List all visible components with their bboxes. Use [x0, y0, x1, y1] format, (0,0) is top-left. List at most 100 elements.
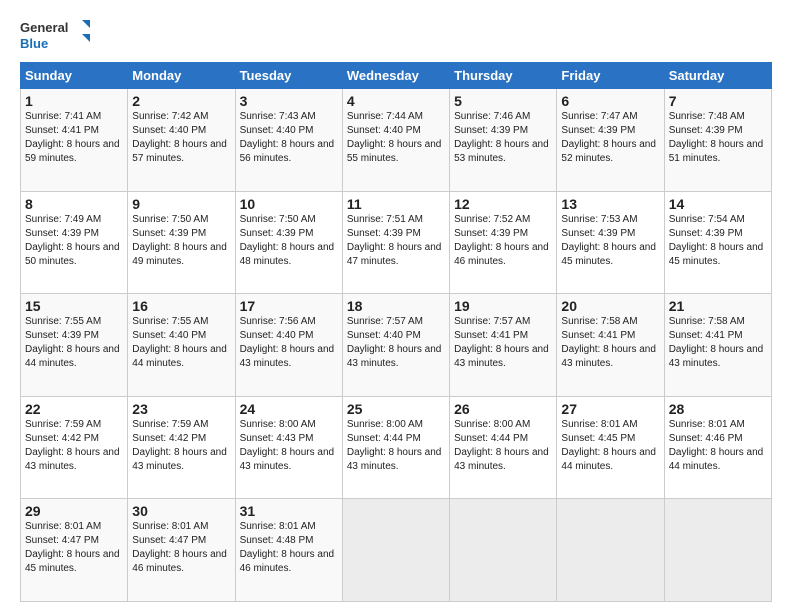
calendar-cell: 15 Sunrise: 7:55 AMSunset: 4:39 PMDaylig…: [21, 294, 128, 397]
logo-svg: General Blue: [20, 16, 90, 54]
day-info: Sunrise: 7:59 AMSunset: 4:42 PMDaylight:…: [25, 419, 120, 472]
day-number: 17: [240, 298, 338, 314]
day-number: 20: [561, 298, 659, 314]
day-info: Sunrise: 8:01 AMSunset: 4:48 PMDaylight:…: [240, 521, 335, 574]
day-number: 2: [132, 93, 230, 109]
calendar-cell: 31 Sunrise: 8:01 AMSunset: 4:48 PMDaylig…: [235, 499, 342, 602]
calendar-week-row: 1 Sunrise: 7:41 AMSunset: 4:41 PMDayligh…: [21, 89, 772, 192]
day-number: 10: [240, 196, 338, 212]
calendar-week-row: 29 Sunrise: 8:01 AMSunset: 4:47 PMDaylig…: [21, 499, 772, 602]
day-info: Sunrise: 7:50 AMSunset: 4:39 PMDaylight:…: [132, 214, 227, 267]
day-number: 12: [454, 196, 552, 212]
day-number: 21: [669, 298, 767, 314]
weekday-header-cell: Sunday: [21, 63, 128, 89]
day-info: Sunrise: 7:46 AMSunset: 4:39 PMDaylight:…: [454, 111, 549, 164]
day-number: 8: [25, 196, 123, 212]
calendar-week-row: 22 Sunrise: 7:59 AMSunset: 4:42 PMDaylig…: [21, 396, 772, 499]
day-info: Sunrise: 7:54 AMSunset: 4:39 PMDaylight:…: [669, 214, 764, 267]
logo: General Blue: [20, 16, 90, 54]
day-number: 25: [347, 401, 445, 417]
calendar-cell: 14 Sunrise: 7:54 AMSunset: 4:39 PMDaylig…: [664, 191, 771, 294]
calendar-cell: 10 Sunrise: 7:50 AMSunset: 4:39 PMDaylig…: [235, 191, 342, 294]
day-info: Sunrise: 7:53 AMSunset: 4:39 PMDaylight:…: [561, 214, 656, 267]
day-number: 9: [132, 196, 230, 212]
svg-text:General: General: [20, 20, 68, 35]
day-info: Sunrise: 8:01 AMSunset: 4:46 PMDaylight:…: [669, 419, 764, 472]
day-info: Sunrise: 8:00 AMSunset: 4:44 PMDaylight:…: [347, 419, 442, 472]
day-info: Sunrise: 7:41 AMSunset: 4:41 PMDaylight:…: [25, 111, 120, 164]
calendar-cell: [557, 499, 664, 602]
weekday-header-cell: Thursday: [450, 63, 557, 89]
calendar-cell: 7 Sunrise: 7:48 AMSunset: 4:39 PMDayligh…: [664, 89, 771, 192]
calendar-cell: 22 Sunrise: 7:59 AMSunset: 4:42 PMDaylig…: [21, 396, 128, 499]
day-number: 18: [347, 298, 445, 314]
page: General Blue SundayMondayTuesdayWednesda…: [0, 0, 792, 612]
day-number: 1: [25, 93, 123, 109]
day-number: 3: [240, 93, 338, 109]
day-info: Sunrise: 8:00 AMSunset: 4:44 PMDaylight:…: [454, 419, 549, 472]
header: General Blue: [20, 16, 772, 54]
day-info: Sunrise: 7:43 AMSunset: 4:40 PMDaylight:…: [240, 111, 335, 164]
day-number: 30: [132, 503, 230, 519]
calendar-week-row: 15 Sunrise: 7:55 AMSunset: 4:39 PMDaylig…: [21, 294, 772, 397]
day-info: Sunrise: 7:44 AMSunset: 4:40 PMDaylight:…: [347, 111, 442, 164]
calendar-cell: 20 Sunrise: 7:58 AMSunset: 4:41 PMDaylig…: [557, 294, 664, 397]
day-number: 5: [454, 93, 552, 109]
day-info: Sunrise: 7:56 AMSunset: 4:40 PMDaylight:…: [240, 316, 335, 369]
calendar-cell: 4 Sunrise: 7:44 AMSunset: 4:40 PMDayligh…: [342, 89, 449, 192]
calendar-cell: 13 Sunrise: 7:53 AMSunset: 4:39 PMDaylig…: [557, 191, 664, 294]
day-info: Sunrise: 7:59 AMSunset: 4:42 PMDaylight:…: [132, 419, 227, 472]
weekday-header-cell: Saturday: [664, 63, 771, 89]
day-info: Sunrise: 7:50 AMSunset: 4:39 PMDaylight:…: [240, 214, 335, 267]
day-info: Sunrise: 7:58 AMSunset: 4:41 PMDaylight:…: [669, 316, 764, 369]
day-number: 15: [25, 298, 123, 314]
day-number: 22: [25, 401, 123, 417]
calendar-cell: 6 Sunrise: 7:47 AMSunset: 4:39 PMDayligh…: [557, 89, 664, 192]
calendar-cell: [342, 499, 449, 602]
calendar-cell: 23 Sunrise: 7:59 AMSunset: 4:42 PMDaylig…: [128, 396, 235, 499]
day-info: Sunrise: 8:01 AMSunset: 4:45 PMDaylight:…: [561, 419, 656, 472]
weekday-header-cell: Tuesday: [235, 63, 342, 89]
calendar-cell: 8 Sunrise: 7:49 AMSunset: 4:39 PMDayligh…: [21, 191, 128, 294]
calendar-cell: [664, 499, 771, 602]
day-info: Sunrise: 7:58 AMSunset: 4:41 PMDaylight:…: [561, 316, 656, 369]
day-info: Sunrise: 7:55 AMSunset: 4:40 PMDaylight:…: [132, 316, 227, 369]
calendar-cell: 17 Sunrise: 7:56 AMSunset: 4:40 PMDaylig…: [235, 294, 342, 397]
calendar-cell: 24 Sunrise: 8:00 AMSunset: 4:43 PMDaylig…: [235, 396, 342, 499]
weekday-header-row: SundayMondayTuesdayWednesdayThursdayFrid…: [21, 63, 772, 89]
day-info: Sunrise: 7:51 AMSunset: 4:39 PMDaylight:…: [347, 214, 442, 267]
day-number: 29: [25, 503, 123, 519]
calendar-cell: 2 Sunrise: 7:42 AMSunset: 4:40 PMDayligh…: [128, 89, 235, 192]
calendar-table: SundayMondayTuesdayWednesdayThursdayFrid…: [20, 62, 772, 602]
calendar-cell: 26 Sunrise: 8:00 AMSunset: 4:44 PMDaylig…: [450, 396, 557, 499]
calendar-cell: [450, 499, 557, 602]
calendar-cell: 16 Sunrise: 7:55 AMSunset: 4:40 PMDaylig…: [128, 294, 235, 397]
day-info: Sunrise: 8:01 AMSunset: 4:47 PMDaylight:…: [132, 521, 227, 574]
day-number: 16: [132, 298, 230, 314]
day-number: 23: [132, 401, 230, 417]
calendar-cell: 25 Sunrise: 8:00 AMSunset: 4:44 PMDaylig…: [342, 396, 449, 499]
calendar-cell: 5 Sunrise: 7:46 AMSunset: 4:39 PMDayligh…: [450, 89, 557, 192]
calendar-body: 1 Sunrise: 7:41 AMSunset: 4:41 PMDayligh…: [21, 89, 772, 602]
calendar-week-row: 8 Sunrise: 7:49 AMSunset: 4:39 PMDayligh…: [21, 191, 772, 294]
day-number: 31: [240, 503, 338, 519]
day-info: Sunrise: 7:42 AMSunset: 4:40 PMDaylight:…: [132, 111, 227, 164]
calendar-cell: 3 Sunrise: 7:43 AMSunset: 4:40 PMDayligh…: [235, 89, 342, 192]
day-info: Sunrise: 7:57 AMSunset: 4:40 PMDaylight:…: [347, 316, 442, 369]
day-number: 24: [240, 401, 338, 417]
calendar-cell: 30 Sunrise: 8:01 AMSunset: 4:47 PMDaylig…: [128, 499, 235, 602]
calendar-cell: 21 Sunrise: 7:58 AMSunset: 4:41 PMDaylig…: [664, 294, 771, 397]
weekday-header-cell: Monday: [128, 63, 235, 89]
weekday-header-cell: Wednesday: [342, 63, 449, 89]
day-number: 26: [454, 401, 552, 417]
day-info: Sunrise: 7:48 AMSunset: 4:39 PMDaylight:…: [669, 111, 764, 164]
calendar-cell: 28 Sunrise: 8:01 AMSunset: 4:46 PMDaylig…: [664, 396, 771, 499]
calendar-cell: 27 Sunrise: 8:01 AMSunset: 4:45 PMDaylig…: [557, 396, 664, 499]
day-number: 7: [669, 93, 767, 109]
day-info: Sunrise: 7:55 AMSunset: 4:39 PMDaylight:…: [25, 316, 120, 369]
day-number: 4: [347, 93, 445, 109]
weekday-header-cell: Friday: [557, 63, 664, 89]
svg-text:Blue: Blue: [20, 36, 48, 51]
day-info: Sunrise: 7:47 AMSunset: 4:39 PMDaylight:…: [561, 111, 656, 164]
day-number: 6: [561, 93, 659, 109]
